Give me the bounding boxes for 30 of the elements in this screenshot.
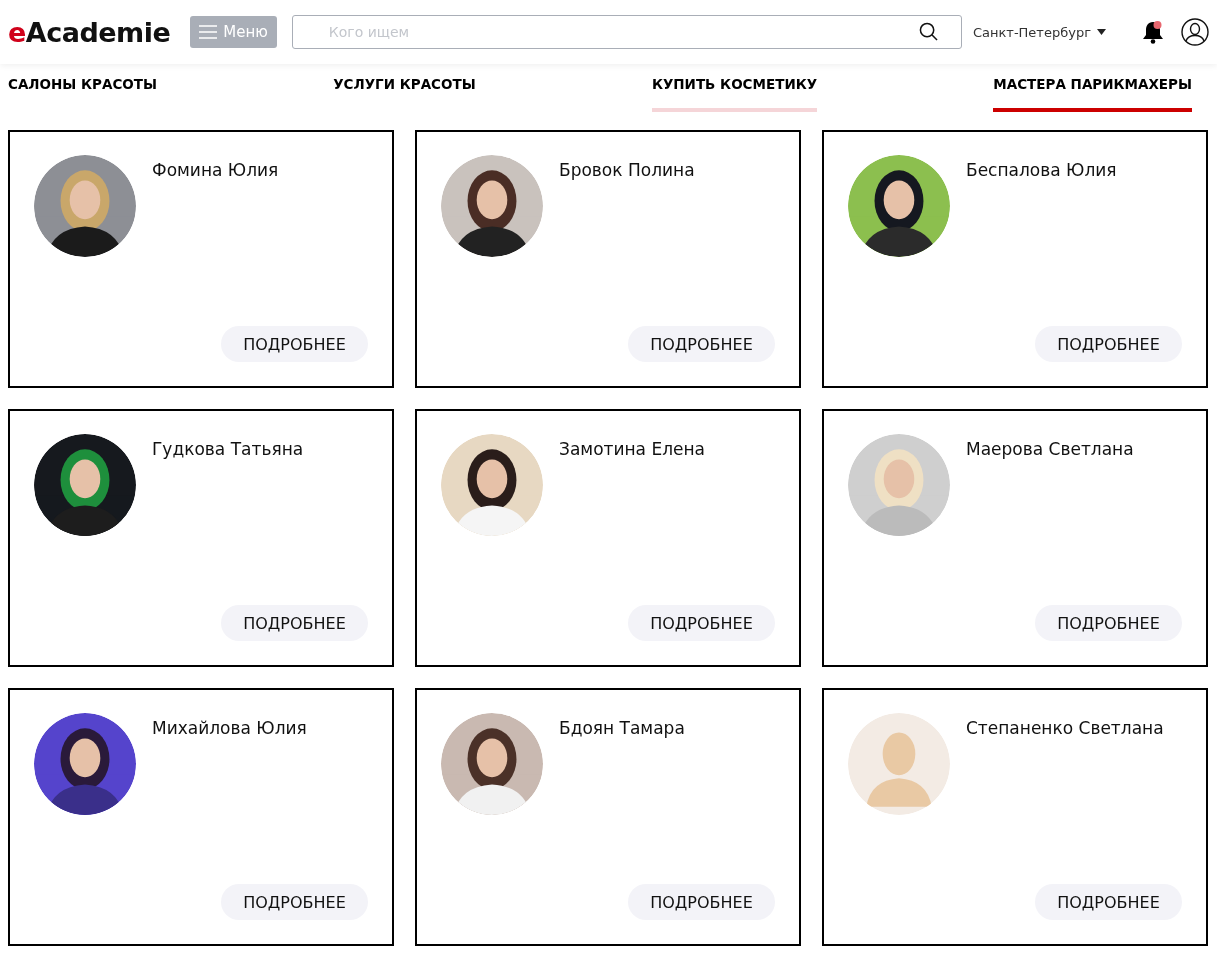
notification-bell-icon[interactable] [1142,20,1164,44]
details-button[interactable]: ПОДРОБНЕЕ [628,884,775,920]
search-field[interactable]: Кого ищем [291,15,962,49]
details-button[interactable]: ПОДРОБНЕЕ [221,326,368,362]
master-name[interactable]: Фомина Юлия [152,160,279,326]
details-button[interactable]: ПОДРОБНЕЕ [1035,884,1182,920]
category-tab[interactable]: МАСТЕРА ПАРИКМАХЕРЫ [993,76,1192,112]
master-name[interactable]: Беспалова Юлия [966,160,1117,326]
master-name[interactable]: Бровок Полина [559,160,695,326]
city-selector[interactable]: Санкт-Петербург [972,24,1106,40]
category-tab[interactable]: САЛОНЫ КРАСОТЫ [8,76,157,112]
details-button[interactable]: ПОДРОБНЕЕ [1035,605,1182,641]
master-name[interactable]: Михайлова Юлия [152,718,307,884]
details-button[interactable]: ПОДРОБНЕЕ [1035,326,1182,362]
category-tab[interactable]: КУПИТЬ КОСМЕТИКУ [651,76,818,112]
details-button[interactable]: ПОДРОБНЕЕ [628,605,775,641]
master-name[interactable]: Замотина Елена [559,439,706,605]
details-button[interactable]: ПОДРОБНЕЕ [221,605,368,641]
dropdown-caret-icon [1097,29,1106,35]
master-name[interactable]: Маерова Светлана [966,439,1134,605]
master-name[interactable]: Степаненко Светлана [966,718,1164,884]
category-tab[interactable]: УСЛУГИ КРАСОТЫ [333,76,476,112]
menu-icon [199,25,218,39]
user-profile-icon[interactable] [1181,18,1209,46]
details-button[interactable]: ПОДРОБНЕЕ [628,326,775,362]
master-name[interactable]: Бдоян Тамара [559,718,685,884]
logo[interactable]: eAcademie [8,16,171,48]
details-button[interactable]: ПОДРОБНЕЕ [221,884,368,920]
search-icon[interactable] [918,22,938,41]
master-name[interactable]: Гудкова Татьяна [152,439,304,605]
